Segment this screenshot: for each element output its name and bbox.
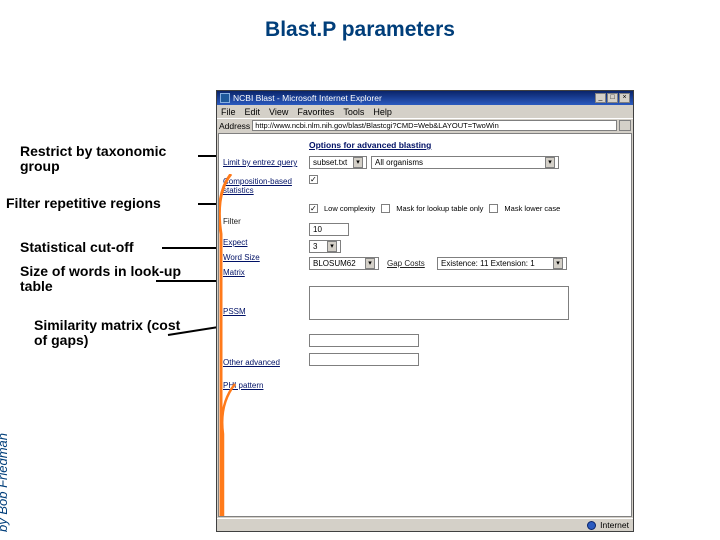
label-other: Other advanced — [223, 358, 305, 367]
maximize-button[interactable]: □ — [607, 93, 618, 103]
filter-low-label: Low complexity — [324, 204, 375, 213]
annotation-filter: Filter repetitive regions — [6, 196, 216, 211]
label-expect: Expect — [223, 238, 305, 247]
label-matrix: Matrix — [223, 268, 305, 277]
word-size-value: 3 — [313, 242, 317, 251]
chevron-down-icon: ▾ — [327, 241, 337, 252]
filter-low-checkbox[interactable] — [309, 204, 318, 213]
matrix-value: BLOSUM62 — [313, 259, 356, 268]
menu-edit[interactable]: Edit — [245, 107, 261, 117]
filter-mask-lower-label: Mask lower case — [504, 204, 560, 213]
label-word: Word Size — [223, 253, 305, 262]
options-header: Options for advanced blasting — [309, 140, 627, 150]
word-size-select[interactable]: 3 ▾ — [309, 240, 341, 253]
entrez-side-value: subset.txt — [313, 158, 347, 167]
label-gap: Gap Costs — [387, 259, 433, 268]
internet-zone-icon — [587, 521, 596, 530]
page-content: Limit by entrez query Composition-based … — [218, 133, 632, 517]
address-input[interactable]: http://www.ncbi.nlm.nih.gov/blast/Blastc… — [252, 120, 617, 131]
app-icon — [220, 93, 230, 103]
entrez-side-select[interactable]: subset.txt ▾ — [309, 156, 367, 169]
chevron-down-icon: ▾ — [545, 157, 555, 168]
form-fields-column: Options for advanced blasting subset.txt… — [305, 140, 627, 512]
gap-costs-value: Existence: 11 Extension: 1 — [441, 259, 535, 268]
menubar: File Edit View Favorites Tools Help — [217, 105, 633, 118]
menu-help[interactable]: Help — [373, 107, 392, 117]
close-button[interactable]: × — [619, 93, 630, 103]
form-labels-column: Limit by entrez query Composition-based … — [223, 140, 305, 512]
label-phi: PHI pattern — [223, 381, 305, 390]
titlebar: NCBI Blast - Microsoft Internet Explorer… — [217, 91, 633, 105]
statusbar: Internet — [217, 518, 633, 531]
chevron-down-icon: ▾ — [353, 157, 363, 168]
composition-checkbox[interactable] — [309, 175, 318, 184]
minimize-button[interactable]: _ — [595, 93, 606, 103]
label-filter: Filter — [223, 217, 305, 226]
chevron-down-icon: ▾ — [553, 258, 563, 269]
filter-mask-lower-checkbox[interactable] — [489, 204, 498, 213]
label-limit: Limit by entrez query — [223, 158, 305, 167]
expect-input[interactable]: 10 — [309, 223, 349, 236]
filter-mask-lookup-label: Mask for lookup table only — [396, 204, 483, 213]
menu-view[interactable]: View — [269, 107, 288, 117]
annotation-taxonomic: Restrict by taxonomic group — [20, 144, 200, 175]
slide-title: Blast.P parameters — [0, 18, 720, 42]
label-pssm: PSSM — [223, 307, 305, 316]
organism-value: All organisms — [375, 158, 423, 167]
chevron-down-icon: ▾ — [365, 258, 375, 269]
other-advanced-input[interactable] — [309, 334, 419, 347]
label-comp: Composition-based statistics — [223, 177, 305, 195]
window-title: NCBI Blast - Microsoft Internet Explorer — [233, 93, 595, 103]
pssm-textarea[interactable] — [309, 286, 569, 320]
gap-costs-select[interactable]: Existence: 11 Extension: 1 ▾ — [437, 257, 567, 270]
menu-tools[interactable]: Tools — [343, 107, 364, 117]
matrix-select[interactable]: BLOSUM62 ▾ — [309, 257, 379, 270]
organism-select[interactable]: All organisms ▾ — [371, 156, 559, 169]
browser-window: NCBI Blast - Microsoft Internet Explorer… — [216, 90, 634, 532]
credit-text: by Bob Friedman — [0, 433, 10, 532]
filter-mask-lookup-checkbox[interactable] — [381, 204, 390, 213]
go-button[interactable] — [619, 120, 631, 131]
address-label: Address — [219, 121, 250, 131]
address-bar: Address http://www.ncbi.nlm.nih.gov/blas… — [217, 118, 633, 132]
menu-favorites[interactable]: Favorites — [297, 107, 334, 117]
status-right: Internet — [600, 520, 629, 530]
phi-pattern-input[interactable] — [309, 353, 419, 366]
menu-file[interactable]: File — [221, 107, 236, 117]
